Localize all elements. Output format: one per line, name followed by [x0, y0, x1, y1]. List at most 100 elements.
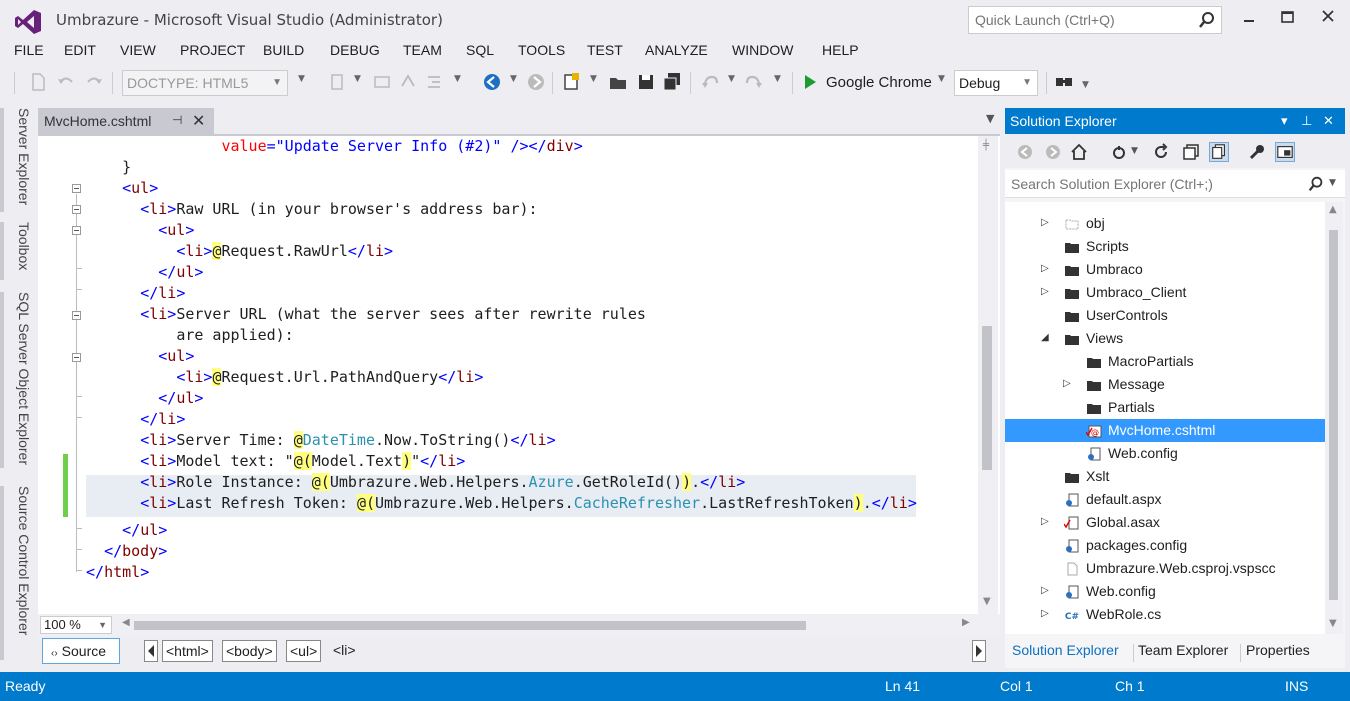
expanded-arrow-icon[interactable]: ◢ — [1041, 332, 1051, 344]
tree-item[interactable]: ▷ C# WebRole.cs — [1005, 603, 1325, 626]
tree-item[interactable]: ▷ Global.asax — [1005, 511, 1325, 534]
redo-icon[interactable] — [744, 72, 764, 92]
collapsed-arrow-icon[interactable]: ▷ — [1041, 608, 1051, 620]
menu-sql[interactable]: SQL — [466, 42, 494, 58]
menu-help[interactable]: HELP — [822, 42, 859, 58]
code-editor[interactable]: value="Update Server Info (#2)" /></div>… — [38, 134, 1000, 666]
preview-selected-items-icon[interactable] — [1275, 142, 1295, 162]
breadcrumb-forward-button[interactable] — [972, 640, 986, 662]
chevron-down-icon[interactable]: ▼ — [728, 74, 735, 84]
redo-gray-icon[interactable] — [84, 72, 104, 92]
navigate-back-icon[interactable] — [482, 72, 502, 92]
scroll-down-icon[interactable]: ▼ — [1329, 618, 1337, 629]
close-icon[interactable]: ✕ — [1323, 108, 1334, 134]
tree-item[interactable]: ▷ Message — [1005, 373, 1325, 396]
breadcrumb-ul[interactable]: <ul> — [286, 640, 322, 662]
scrollbar-thumb[interactable] — [1329, 230, 1338, 600]
close-tab-icon[interactable]: ✕ — [192, 111, 205, 130]
menu-build[interactable]: BUILD — [263, 42, 304, 58]
doctype-combo[interactable]: DOCTYPE: HTML5 ▼ — [122, 70, 288, 96]
menu-tools[interactable]: TOOLS — [518, 42, 565, 58]
home-icon[interactable] — [1069, 142, 1089, 162]
breadcrumb-li[interactable]: <li> — [330, 640, 359, 662]
collapsed-arrow-icon[interactable]: ▷ — [1063, 378, 1073, 390]
tab-team-explorer[interactable]: Team Explorer — [1138, 642, 1228, 658]
tab-solution-explorer[interactable]: Solution Explorer — [1012, 642, 1119, 658]
toolbar-overflow-icon[interactable]: ▼ — [454, 74, 461, 84]
quick-launch-box[interactable] — [968, 6, 1222, 34]
back-icon[interactable] — [1015, 142, 1035, 162]
menu-file[interactable]: FILE — [14, 42, 44, 58]
save-all-icon[interactable] — [662, 72, 682, 92]
tab-list-dropdown-icon[interactable]: ▼ — [986, 112, 994, 125]
tree-item[interactable]: ▷ Web.config — [1005, 580, 1325, 603]
tab-properties[interactable]: Properties — [1246, 642, 1310, 658]
tree-item[interactable]: default.aspx — [1005, 488, 1325, 511]
sql-server-object-explorer-tab[interactable]: SQL Server Object Explorer — [4, 292, 32, 465]
find-in-files-icon[interactable] — [1054, 72, 1074, 92]
zoom-level-combo[interactable]: 100 % ▼ — [40, 616, 112, 634]
source-view-button[interactable]: ‹› Source — [42, 638, 120, 664]
chevron-down-icon[interactable]: ▼ — [1131, 146, 1138, 156]
solution-explorer-search-box[interactable]: ▼ — [1005, 170, 1345, 198]
pin-icon[interactable]: ⊣ — [172, 113, 182, 127]
menu-analyze[interactable]: ANALYZE — [645, 42, 708, 58]
show-all-files-icon[interactable] — [1209, 142, 1229, 162]
forward-icon[interactable] — [1043, 142, 1063, 162]
tree-item[interactable]: Scripts — [1005, 235, 1325, 258]
collapsed-arrow-icon[interactable]: ▷ — [1041, 516, 1051, 528]
source-control-explorer-tab[interactable]: Source Control Explorer — [4, 486, 32, 660]
chevron-down-icon[interactable]: ▼ — [938, 74, 945, 84]
search-icon[interactable] — [1197, 10, 1217, 30]
tree-item[interactable]: UserControls — [1005, 304, 1325, 327]
breadcrumb-body[interactable]: <body> — [222, 640, 277, 662]
chevron-down-icon[interactable]: ▼ — [354, 74, 361, 84]
toolbar-overflow-icon[interactable]: ▼ — [1082, 80, 1089, 90]
tree-item[interactable]: ▷ Umbraco_Client — [1005, 281, 1325, 304]
collapse-ul-icon[interactable] — [72, 184, 81, 193]
format-document-icon[interactable] — [328, 72, 348, 92]
save-icon[interactable] — [636, 72, 656, 92]
collapsed-arrow-icon[interactable]: ▷ — [1041, 585, 1051, 597]
document-tab-mvchome[interactable]: MvcHome.cshtml ⊣ ✕ — [38, 108, 214, 134]
horizontal-scrollbar-thumb[interactable] — [134, 621, 806, 630]
undo-gray-icon[interactable] — [56, 72, 76, 92]
chevron-down-icon[interactable]: ▼ — [774, 74, 781, 84]
pin-icon[interactable]: ⊥ — [1301, 108, 1312, 134]
toolbox-tab[interactable]: Toolbox — [4, 222, 32, 270]
tree-item[interactable]: @ MvcHome.cshtml — [1005, 419, 1325, 442]
maximize-button[interactable] — [1274, 6, 1300, 28]
split-view-icon[interactable]: ╪ — [983, 140, 989, 151]
solution-tree-scrollbar[interactable]: ▲ ▼ — [1325, 202, 1343, 634]
collapse-all-icon[interactable] — [1181, 142, 1201, 162]
indent-icon[interactable] — [424, 72, 444, 92]
editor-vertical-scrollbar[interactable]: ╪ ▼ — [978, 136, 998, 614]
comment-icon[interactable] — [372, 72, 392, 92]
breadcrumb-back-button[interactable] — [144, 640, 158, 662]
new-project-icon[interactable] — [562, 72, 582, 92]
menu-team[interactable]: TEAM — [403, 42, 442, 58]
breadcrumb-html[interactable]: <html> — [162, 640, 213, 662]
scrollbar-thumb[interactable] — [982, 326, 992, 470]
new-file-icon[interactable] — [28, 72, 48, 92]
close-window-button[interactable] — [1315, 6, 1341, 28]
chevron-down-icon[interactable]: ▼ — [510, 74, 517, 84]
menu-window[interactable]: WINDOW — [732, 42, 793, 58]
pending-changes-filter-icon[interactable] — [1109, 142, 1129, 162]
collapsed-arrow-icon[interactable]: ▷ — [1041, 217, 1051, 229]
tree-item[interactable]: Umbrazure.Web.csproj.vspscc — [1005, 557, 1325, 580]
code-area[interactable]: value="Update Server Info (#2)" /></div>… — [38, 136, 978, 614]
chevron-down-icon[interactable]: ▼ — [1329, 178, 1336, 188]
collapse-li-icon[interactable] — [72, 311, 81, 320]
solution-tree[interactable]: ▷ obj Scripts ▷ Umbraco ▷ Umbraco_Client UserCo… — [1005, 202, 1325, 634]
scroll-down-icon[interactable]: ▼ — [983, 596, 991, 607]
scroll-right-icon[interactable]: ▶ — [962, 617, 970, 628]
undo-icon[interactable] — [700, 72, 720, 92]
start-debugging-icon[interactable] — [800, 72, 820, 92]
tree-item[interactable]: ◢ Views — [1005, 327, 1325, 350]
open-file-icon[interactable] — [608, 72, 628, 92]
panel-dropdown-icon[interactable]: ▾ — [1281, 108, 1288, 134]
tree-item[interactable]: Xslt — [1005, 465, 1325, 488]
collapsed-arrow-icon[interactable]: ▷ — [1041, 263, 1051, 275]
uncomment-icon[interactable] — [398, 72, 418, 92]
